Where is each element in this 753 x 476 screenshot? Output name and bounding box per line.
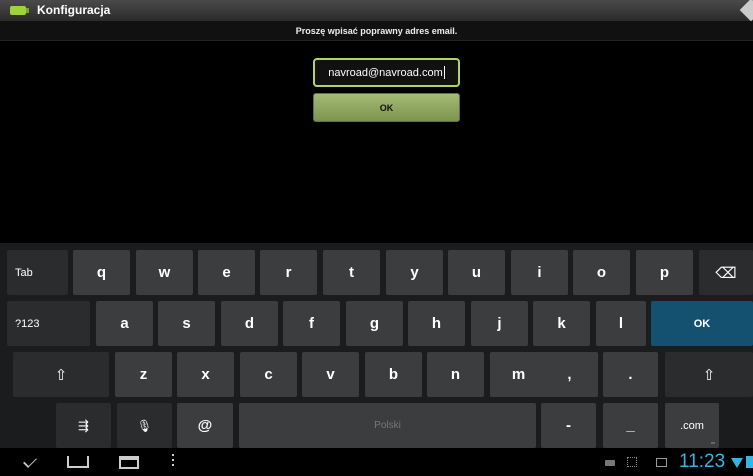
key-symbols[interactable]: ?123	[7, 301, 90, 346]
email-value: navroad@navroad.com	[328, 66, 443, 79]
app-battery-icon	[10, 6, 29, 15]
ok-button[interactable]: OK	[313, 93, 460, 122]
key-l[interactable]: l	[596, 301, 646, 346]
key-j[interactable]: j	[471, 301, 528, 346]
key-dotcom[interactable]: .com	[665, 403, 719, 448]
email-input[interactable]: navroad@navroad.com	[313, 58, 460, 87]
key-u[interactable]: u	[448, 250, 505, 295]
key-s[interactable]: s	[158, 301, 215, 346]
key-dash[interactable]: -	[541, 403, 596, 448]
backspace-icon[interactable]: ⌫	[699, 250, 753, 295]
wifi-icon	[731, 458, 743, 468]
key-r[interactable]: r	[260, 250, 317, 295]
key-o[interactable]: o	[573, 250, 630, 295]
key-t[interactable]: t	[323, 250, 380, 295]
key-v[interactable]: v	[302, 352, 359, 397]
clock[interactable]: 11:23	[679, 451, 725, 473]
image-status-icon	[656, 458, 667, 467]
key-y[interactable]: y	[386, 250, 443, 295]
home-icon[interactable]	[67, 456, 89, 468]
settings-icon[interactable]: ⇶	[56, 403, 111, 448]
key-tab[interactable]: Tab	[7, 250, 68, 295]
key-d[interactable]: d	[221, 301, 278, 346]
key-x[interactable]: x	[177, 352, 234, 397]
key-q[interactable]: q	[73, 250, 130, 295]
key-g[interactable]: g	[346, 301, 403, 346]
key-e[interactable]: e	[198, 250, 255, 295]
shift-left-icon[interactable]: ⇧	[13, 352, 109, 397]
shift-right-icon[interactable]: ⇧	[665, 352, 753, 397]
soft-keyboard: Tab q w e r t y u i o p ⌫ ?123 a s d f g…	[0, 243, 753, 448]
key-m[interactable]: m	[490, 352, 547, 397]
back-icon[interactable]	[17, 454, 43, 466]
overflow-corner-icon[interactable]	[739, 0, 753, 22]
key-comma[interactable]: ,	[541, 352, 598, 397]
key-period[interactable]: .	[603, 352, 658, 397]
key-f[interactable]: f	[283, 301, 340, 346]
key-b[interactable]: b	[365, 352, 422, 397]
key-p[interactable]: p	[636, 250, 693, 295]
key-i[interactable]: i	[511, 250, 568, 295]
title-bar: Konfiguracja	[0, 0, 753, 22]
screenshot-status-icon	[627, 457, 637, 467]
battery-icon	[746, 456, 753, 468]
system-navigation-bar: 11:23	[0, 448, 753, 476]
microphone-icon[interactable]: 🎙	[117, 403, 172, 448]
key-z[interactable]: z	[115, 352, 172, 397]
menu-icon[interactable]	[171, 454, 175, 468]
key-c[interactable]: c	[240, 352, 297, 397]
text-caret	[443, 66, 445, 79]
instruction-banner: Proszę wpisać poprawny adres email.	[0, 21, 753, 41]
key-w[interactable]: w	[136, 250, 193, 295]
recent-apps-icon[interactable]	[119, 456, 139, 469]
key-underscore[interactable]: _	[603, 403, 658, 448]
key-enter[interactable]: OK	[651, 301, 753, 346]
key-space[interactable]: Polski	[239, 403, 536, 448]
key-a[interactable]: a	[96, 301, 153, 346]
key-h[interactable]: h	[408, 301, 465, 346]
window-title: Konfiguracja	[37, 3, 111, 17]
keyboard-status-icon	[605, 460, 615, 466]
key-at[interactable]: @	[177, 403, 233, 448]
instruction-text: Proszę wpisać poprawny adres email.	[295, 26, 458, 36]
key-k[interactable]: k	[533, 301, 590, 346]
key-n[interactable]: n	[427, 352, 484, 397]
